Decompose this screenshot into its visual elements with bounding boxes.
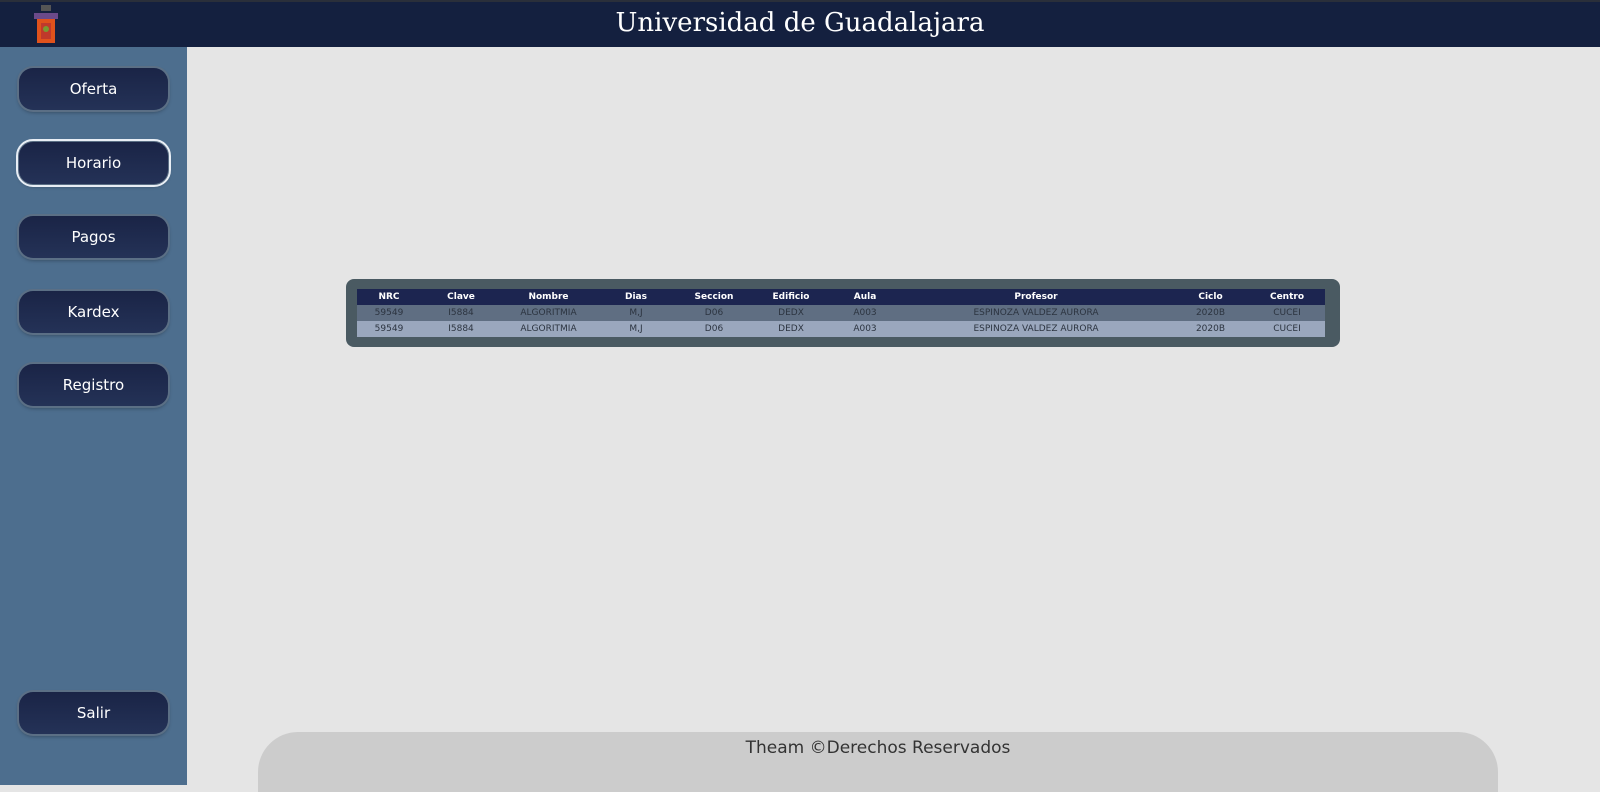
table-cell: 59549 [357, 321, 421, 337]
column-header: Ciclo [1172, 289, 1249, 305]
header: Universidad de Guadalajara [0, 0, 1600, 47]
table-cell: ESPINOZA VALDEZ AURORA [900, 321, 1172, 337]
schedule-table: NRC Clave Nombre Dias Seccion Edificio Aula Pro… [357, 289, 1325, 337]
schedule-panel: NRC Clave Nombre Dias Seccion Edificio Aula Pro… [346, 279, 1340, 347]
table-cell: DEDX [752, 305, 830, 321]
column-header: Profesor [900, 289, 1172, 305]
column-header: Clave [421, 289, 501, 305]
table-cell: I5884 [421, 321, 501, 337]
column-header: Centro [1249, 289, 1325, 305]
sidebar-item-oferta[interactable]: Oferta [19, 68, 168, 110]
column-header: NRC [357, 289, 421, 305]
table-cell: ALGORITMIA [501, 305, 596, 321]
table-cell: ALGORITMIA [501, 321, 596, 337]
page-title: Universidad de Guadalajara [615, 8, 985, 38]
table-cell: D06 [676, 305, 752, 321]
sidebar: Oferta Horario Pagos Kardex Registro Sal… [0, 47, 187, 785]
sidebar-item-kardex[interactable]: Kardex [19, 291, 168, 333]
table-row: 59549 I5884 ALGORITMIA M,J D06 DEDX A003 ESPINO… [357, 305, 1325, 321]
column-header: Seccion [676, 289, 752, 305]
table-cell: CUCEI [1249, 305, 1325, 321]
table-header-row: NRC Clave Nombre Dias Seccion Edificio Aula Pro… [357, 289, 1325, 305]
column-header: Dias [596, 289, 676, 305]
table-cell: 59549 [357, 305, 421, 321]
table-cell: A003 [830, 305, 900, 321]
table-cell: 2020B [1172, 321, 1249, 337]
sidebar-item-registro[interactable]: Registro [19, 364, 168, 406]
table-cell: M,J [596, 321, 676, 337]
table-cell: 2020B [1172, 305, 1249, 321]
table-cell: M,J [596, 305, 676, 321]
column-header: Edificio [752, 289, 830, 305]
footer: Theam ©Derechos Reservados [258, 732, 1498, 792]
table-cell: A003 [830, 321, 900, 337]
table-cell: ESPINOZA VALDEZ AURORA [900, 305, 1172, 321]
table-row: 59549 I5884 ALGORITMIA M,J D06 DEDX A003 ESPINO… [357, 321, 1325, 337]
footer-text: Theam ©Derechos Reservados [745, 738, 1011, 758]
column-header: Nombre [501, 289, 596, 305]
table-cell: D06 [676, 321, 752, 337]
table-cell: I5884 [421, 305, 501, 321]
sidebar-item-horario[interactable]: Horario [16, 139, 171, 187]
table-cell: CUCEI [1249, 321, 1325, 337]
logout-button[interactable]: Salir [19, 692, 168, 734]
table-cell: DEDX [752, 321, 830, 337]
sidebar-item-pagos[interactable]: Pagos [19, 216, 168, 258]
column-header: Aula [830, 289, 900, 305]
